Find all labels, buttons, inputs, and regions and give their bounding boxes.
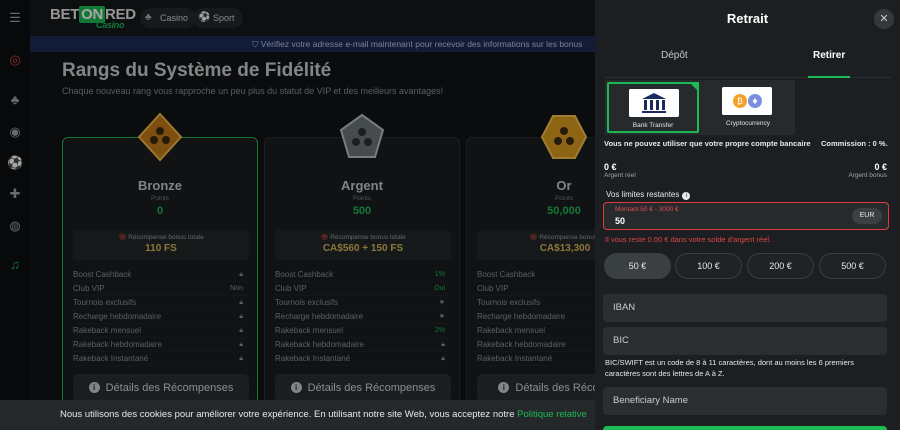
modal-title: Retrait <box>726 11 769 26</box>
method-bank-transfer[interactable]: Bank Transfer <box>607 82 699 133</box>
svg-text:♦: ♦ <box>751 97 758 106</box>
currency-selector[interactable]: EUR <box>852 208 882 224</box>
submit-button[interactable] <box>603 426 887 430</box>
tab-withdraw[interactable]: Retirer <box>813 50 845 61</box>
real-balance: 0 € <box>604 162 617 172</box>
bonus-balance-label: Argent bonus <box>848 172 887 179</box>
method-label: Cryptocurrency <box>725 120 771 127</box>
active-tab-underline <box>808 76 850 78</box>
close-icon[interactable]: ✕ <box>874 9 894 29</box>
beneficiary-name-field[interactable]: Beneficiary Name <box>603 387 887 415</box>
payment-methods: Bank Transfer ₿ ♦ Cryptocurrency <box>605 80 795 135</box>
amount-chip[interactable]: 200 € <box>747 253 814 279</box>
amount-chip[interactable]: 100 € <box>675 253 742 279</box>
amount-range-label: Montant 50 € - 3000 € <box>615 206 679 213</box>
cookie-text: Nous utilisons des cookies pour améliore… <box>60 409 518 420</box>
amount-chip[interactable]: 50 € <box>604 253 671 279</box>
amount-input[interactable]: Montant 50 € - 3000 € 50 EUR <box>603 202 889 230</box>
modal-backdrop[interactable] <box>0 0 595 430</box>
method-cryptocurrency[interactable]: ₿ ♦ Cryptocurrency <box>702 82 794 133</box>
balance-error: Il vous reste 0.00 € dans votre solde d'… <box>605 235 772 244</box>
modal-tabs: Dépôt Retirer <box>605 40 891 78</box>
real-balance-label: Argent réel <box>604 172 636 179</box>
withdrawal-panel: Retrait ✕ Dépôt Retirer Bank Transfer ₿ … <box>595 0 900 430</box>
bic-help-text: BIC/SWIFT est un code de 8 à 11 caractèr… <box>605 358 855 378</box>
amount-value: 50 <box>615 216 626 226</box>
bank-icon <box>629 89 679 117</box>
limits-label: Vos limites restantes i <box>606 190 691 200</box>
own-account-note: Vous ne pouvez utiliser que votre propre… <box>604 139 811 148</box>
cookie-policy-link[interactable]: Politique relative <box>517 409 587 420</box>
iban-field[interactable]: IBAN <box>603 294 887 322</box>
info-icon[interactable]: i <box>682 192 691 200</box>
bic-field[interactable]: BIC <box>603 327 887 355</box>
amount-chip[interactable]: 500 € <box>819 253 886 279</box>
selected-check-icon <box>689 82 699 92</box>
crypto-icon: ₿ ♦ <box>722 87 772 115</box>
commission-note: Commission : 0 %. <box>821 139 888 148</box>
method-label: Bank Transfer <box>632 122 674 129</box>
limits-text: Vos limites restantes <box>606 190 680 199</box>
cookie-bar: Nous utilisons des cookies pour améliore… <box>0 400 595 430</box>
bonus-balance: 0 € <box>874 162 887 172</box>
page-root: ☰ ◎ ♣ ◉ ⚽ ✚ ◍ ♫ BET ON RED Casino ♣ Casino… <box>0 0 900 430</box>
tab-deposit[interactable]: Dépôt <box>661 50 688 61</box>
svg-text:₿: ₿ <box>737 97 743 106</box>
